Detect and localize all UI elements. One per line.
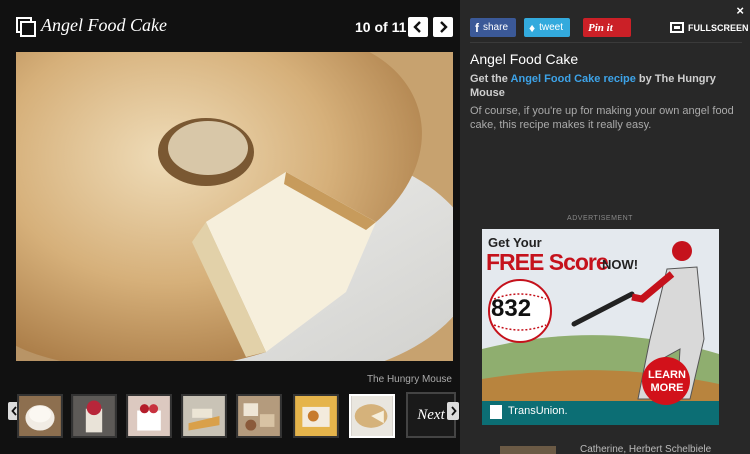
ad-learn-more-button[interactable]: LEARN MORE — [642, 369, 692, 395]
next-slide-button[interactable] — [433, 17, 453, 37]
twitter-tweet-label: tweet — [539, 22, 564, 33]
gallery-title: Angel Food Cake — [41, 15, 167, 35]
pinterest-pin-button[interactable]: Pin it — [583, 18, 631, 37]
info-panel: × f share ♦ tweet Pin it FULLSCREEN Ange… — [460, 0, 750, 454]
thumbnails-scroll-right-button[interactable] — [447, 402, 459, 420]
ad-now: NOW! — [602, 257, 639, 272]
advertisement-banner[interactable]: Get Your FREE Score NOW! 832 LEARN MORE … — [482, 229, 719, 425]
facebook-icon: f — [475, 20, 479, 35]
fullscreen-icon — [670, 22, 684, 33]
advertisement-label: ADVERTISEMENT — [567, 215, 633, 222]
thumbnail-5[interactable] — [236, 394, 282, 438]
facebook-share-button[interactable]: f share — [470, 18, 516, 37]
thumbnail-2[interactable] — [71, 394, 117, 438]
gallery-header: Angel Food Cake 10 of 11 — [0, 0, 460, 52]
slide-description: Of course, if you're up for making your … — [470, 105, 734, 131]
slide-title: Angel Food Cake — [470, 51, 579, 67]
twitter-tweet-button[interactable]: ♦ tweet — [524, 18, 570, 37]
recipe-link[interactable]: Angel Food Cake recipe — [511, 73, 636, 85]
thumbnail-3[interactable] — [126, 394, 172, 438]
facebook-share-label: share — [483, 22, 509, 33]
chevron-right-icon — [440, 21, 448, 33]
thumbnail-strip: Next — [0, 388, 460, 442]
chevron-left-icon — [413, 21, 421, 33]
related-caption[interactable]: Catherine, Herbert Schelbiele — [580, 444, 711, 454]
twitter-icon: ♦ — [529, 20, 536, 35]
thumbnail-7-active[interactable] — [349, 394, 395, 438]
related-thumbnail[interactable] — [500, 446, 556, 454]
photo-credit: The Hungry Mouse — [366, 374, 452, 385]
gallery-panel: Angel Food Cake 10 of 11 The Hungry Mous… — [0, 0, 460, 454]
thumbnail-6[interactable] — [293, 394, 339, 438]
ad-score-value: 832 — [491, 295, 532, 322]
fullscreen-label: FULLSCREEN — [688, 22, 749, 33]
ad-brand-logo: TransUnion. — [508, 405, 568, 417]
ad-free-score: FREE Score — [486, 249, 609, 275]
previous-slide-button[interactable] — [408, 17, 428, 37]
slideshow-modal: Angel Food Cake 10 of 11 The Hungry Mous… — [0, 0, 750, 454]
divider — [470, 42, 742, 43]
recipe-prefix: Get the — [470, 73, 511, 85]
close-icon[interactable]: × — [736, 4, 744, 17]
share-bar: f share ♦ tweet Pin it FULLSCREEN — [470, 18, 750, 38]
gallery-icon — [16, 17, 36, 37]
slide-counter: 10 of 11 — [355, 19, 407, 35]
ad-headline: Get Your — [488, 235, 542, 250]
thumbnail-1[interactable] — [17, 394, 63, 438]
thumbnail-4[interactable] — [181, 394, 227, 438]
recipe-text: Get the Angel Food Cake recipe by The Hu… — [470, 72, 740, 100]
chevron-right-icon — [450, 406, 457, 416]
slide-photo — [16, 52, 453, 361]
fullscreen-button[interactable]: FULLSCREEN — [670, 18, 749, 37]
